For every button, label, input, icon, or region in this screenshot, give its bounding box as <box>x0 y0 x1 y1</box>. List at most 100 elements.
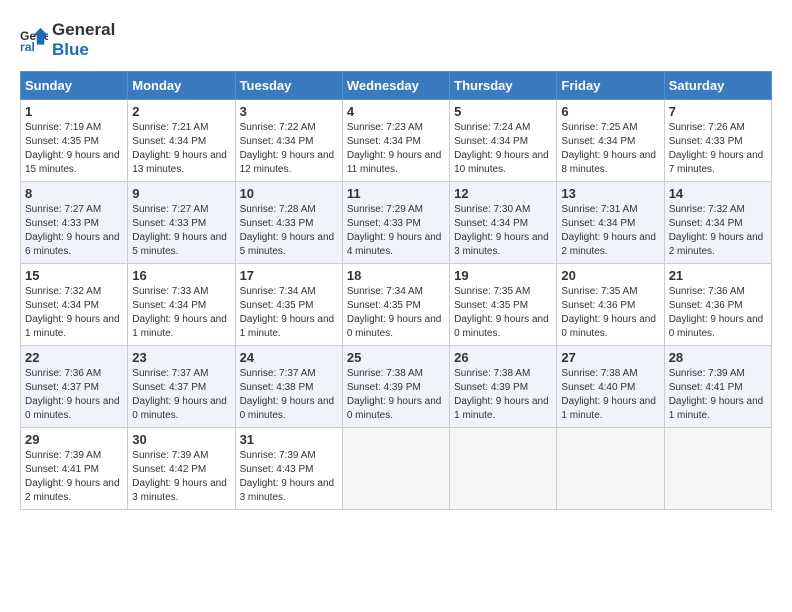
day-number: 4 <box>347 104 445 119</box>
day-info: Sunrise: 7:36 AMSunset: 4:37 PMDaylight:… <box>25 367 123 423</box>
calendar-cell: 14 Sunrise: 7:32 AMSunset: 4:34 PMDayligh… <box>664 181 771 263</box>
day-info: Sunrise: 7:38 AMSunset: 4:39 PMDaylight:… <box>347 367 445 423</box>
calendar-week-row: 1 Sunrise: 7:19 AMSunset: 4:35 PMDaylight… <box>21 99 772 181</box>
column-header-sunday: Sunday <box>21 71 128 99</box>
day-info: Sunrise: 7:37 AMSunset: 4:37 PMDaylight:… <box>132 367 230 423</box>
logo-line2: Blue <box>52 40 115 60</box>
calendar-cell: 6 Sunrise: 7:25 AMSunset: 4:34 PMDaylight… <box>557 99 664 181</box>
day-number: 3 <box>240 104 338 119</box>
day-number: 24 <box>240 350 338 365</box>
calendar-cell: 8 Sunrise: 7:27 AMSunset: 4:33 PMDaylight… <box>21 181 128 263</box>
day-number: 7 <box>669 104 767 119</box>
day-number: 14 <box>669 186 767 201</box>
calendar-cell <box>557 427 664 509</box>
calendar-cell: 20 Sunrise: 7:35 AMSunset: 4:36 PMDayligh… <box>557 263 664 345</box>
day-info: Sunrise: 7:27 AMSunset: 4:33 PMDaylight:… <box>25 203 123 259</box>
day-number: 12 <box>454 186 552 201</box>
calendar-cell: 12 Sunrise: 7:30 AMSunset: 4:34 PMDayligh… <box>450 181 557 263</box>
calendar-cell: 15 Sunrise: 7:32 AMSunset: 4:34 PMDayligh… <box>21 263 128 345</box>
day-number: 2 <box>132 104 230 119</box>
day-info: Sunrise: 7:39 AMSunset: 4:42 PMDaylight:… <box>132 449 230 505</box>
calendar-cell: 2 Sunrise: 7:21 AMSunset: 4:34 PMDaylight… <box>128 99 235 181</box>
calendar-cell: 28 Sunrise: 7:39 AMSunset: 4:41 PMDayligh… <box>664 345 771 427</box>
day-info: Sunrise: 7:39 AMSunset: 4:41 PMDaylight:… <box>669 367 767 423</box>
day-info: Sunrise: 7:38 AMSunset: 4:40 PMDaylight:… <box>561 367 659 423</box>
calendar-week-row: 8 Sunrise: 7:27 AMSunset: 4:33 PMDaylight… <box>21 181 772 263</box>
day-number: 18 <box>347 268 445 283</box>
calendar-cell <box>342 427 449 509</box>
day-number: 20 <box>561 268 659 283</box>
day-number: 16 <box>132 268 230 283</box>
calendar-cell: 1 Sunrise: 7:19 AMSunset: 4:35 PMDaylight… <box>21 99 128 181</box>
day-info: Sunrise: 7:38 AMSunset: 4:39 PMDaylight:… <box>454 367 552 423</box>
day-number: 26 <box>454 350 552 365</box>
day-number: 11 <box>347 186 445 201</box>
day-info: Sunrise: 7:23 AMSunset: 4:34 PMDaylight:… <box>347 121 445 177</box>
logo: Gene ral General Blue <box>20 20 115 61</box>
calendar-cell: 29 Sunrise: 7:39 AMSunset: 4:41 PMDayligh… <box>21 427 128 509</box>
day-number: 27 <box>561 350 659 365</box>
calendar-cell: 16 Sunrise: 7:33 AMSunset: 4:34 PMDayligh… <box>128 263 235 345</box>
column-header-friday: Friday <box>557 71 664 99</box>
calendar-cell <box>664 427 771 509</box>
day-info: Sunrise: 7:34 AMSunset: 4:35 PMDaylight:… <box>240 285 338 341</box>
day-number: 10 <box>240 186 338 201</box>
day-number: 17 <box>240 268 338 283</box>
day-number: 29 <box>25 432 123 447</box>
day-number: 15 <box>25 268 123 283</box>
calendar-cell: 31Sunrise: 7:39 AMSunset: 4:43 PMDayligh… <box>235 427 342 509</box>
day-info: Sunrise: 7:24 AMSunset: 4:34 PMDaylight:… <box>454 121 552 177</box>
calendar-header-row: SundayMondayTuesdayWednesdayThursdayFrid… <box>21 71 772 99</box>
calendar-cell: 26 Sunrise: 7:38 AMSunset: 4:39 PMDayligh… <box>450 345 557 427</box>
day-number: 19 <box>454 268 552 283</box>
calendar-cell: 25 Sunrise: 7:38 AMSunset: 4:39 PMDayligh… <box>342 345 449 427</box>
calendar-cell: 21 Sunrise: 7:36 AMSunset: 4:36 PMDayligh… <box>664 263 771 345</box>
calendar-cell: 10 Sunrise: 7:28 AMSunset: 4:33 PMDayligh… <box>235 181 342 263</box>
day-number: 6 <box>561 104 659 119</box>
day-info: Sunrise: 7:36 AMSunset: 4:36 PMDaylight:… <box>669 285 767 341</box>
logo-line1: General <box>52 20 115 40</box>
day-number: 28 <box>669 350 767 365</box>
calendar-cell: 13 Sunrise: 7:31 AMSunset: 4:34 PMDayligh… <box>557 181 664 263</box>
day-number: 25 <box>347 350 445 365</box>
day-info: Sunrise: 7:21 AMSunset: 4:34 PMDaylight:… <box>132 121 230 177</box>
calendar-cell: 23Sunrise: 7:37 AMSunset: 4:37 PMDayligh… <box>128 345 235 427</box>
column-header-wednesday: Wednesday <box>342 71 449 99</box>
calendar-week-row: 15 Sunrise: 7:32 AMSunset: 4:34 PMDayligh… <box>21 263 772 345</box>
day-info: Sunrise: 7:30 AMSunset: 4:34 PMDaylight:… <box>454 203 552 259</box>
day-number: 8 <box>25 186 123 201</box>
day-number: 1 <box>25 104 123 119</box>
day-number: 21 <box>669 268 767 283</box>
day-info: Sunrise: 7:27 AMSunset: 4:33 PMDaylight:… <box>132 203 230 259</box>
day-info: Sunrise: 7:35 AMSunset: 4:36 PMDaylight:… <box>561 285 659 341</box>
column-header-tuesday: Tuesday <box>235 71 342 99</box>
day-info: Sunrise: 7:32 AMSunset: 4:34 PMDaylight:… <box>25 285 123 341</box>
day-info: Sunrise: 7:26 AMSunset: 4:33 PMDaylight:… <box>669 121 767 177</box>
day-number: 30 <box>132 432 230 447</box>
svg-text:ral: ral <box>20 41 35 55</box>
day-number: 13 <box>561 186 659 201</box>
day-info: Sunrise: 7:19 AMSunset: 4:35 PMDaylight:… <box>25 121 123 177</box>
calendar-cell: 24 Sunrise: 7:37 AMSunset: 4:38 PMDayligh… <box>235 345 342 427</box>
calendar-cell: 11 Sunrise: 7:29 AMSunset: 4:33 PMDayligh… <box>342 181 449 263</box>
day-info: Sunrise: 7:28 AMSunset: 4:33 PMDaylight:… <box>240 203 338 259</box>
day-info: Sunrise: 7:39 AMSunset: 4:41 PMDaylight:… <box>25 449 123 505</box>
calendar-cell: 19Sunrise: 7:35 AMSunset: 4:35 PMDayligh… <box>450 263 557 345</box>
day-number: 5 <box>454 104 552 119</box>
calendar-cell: 5 Sunrise: 7:24 AMSunset: 4:34 PMDaylight… <box>450 99 557 181</box>
logo-icon: Gene ral <box>20 26 48 54</box>
calendar-week-row: 29 Sunrise: 7:39 AMSunset: 4:41 PMDayligh… <box>21 427 772 509</box>
day-number: 9 <box>132 186 230 201</box>
day-info: Sunrise: 7:25 AMSunset: 4:34 PMDaylight:… <box>561 121 659 177</box>
header: Gene ral General Blue <box>20 20 772 61</box>
column-header-thursday: Thursday <box>450 71 557 99</box>
day-info: Sunrise: 7:32 AMSunset: 4:34 PMDaylight:… <box>669 203 767 259</box>
day-info: Sunrise: 7:29 AMSunset: 4:33 PMDaylight:… <box>347 203 445 259</box>
calendar-cell: 27 Sunrise: 7:38 AMSunset: 4:40 PMDayligh… <box>557 345 664 427</box>
calendar-cell: 3Sunrise: 7:22 AMSunset: 4:34 PMDaylight… <box>235 99 342 181</box>
calendar-cell: 18Sunrise: 7:34 AMSunset: 4:35 PMDayligh… <box>342 263 449 345</box>
day-info: Sunrise: 7:33 AMSunset: 4:34 PMDaylight:… <box>132 285 230 341</box>
day-info: Sunrise: 7:31 AMSunset: 4:34 PMDaylight:… <box>561 203 659 259</box>
calendar-cell: 22Sunrise: 7:36 AMSunset: 4:37 PMDayligh… <box>21 345 128 427</box>
day-info: Sunrise: 7:37 AMSunset: 4:38 PMDaylight:… <box>240 367 338 423</box>
